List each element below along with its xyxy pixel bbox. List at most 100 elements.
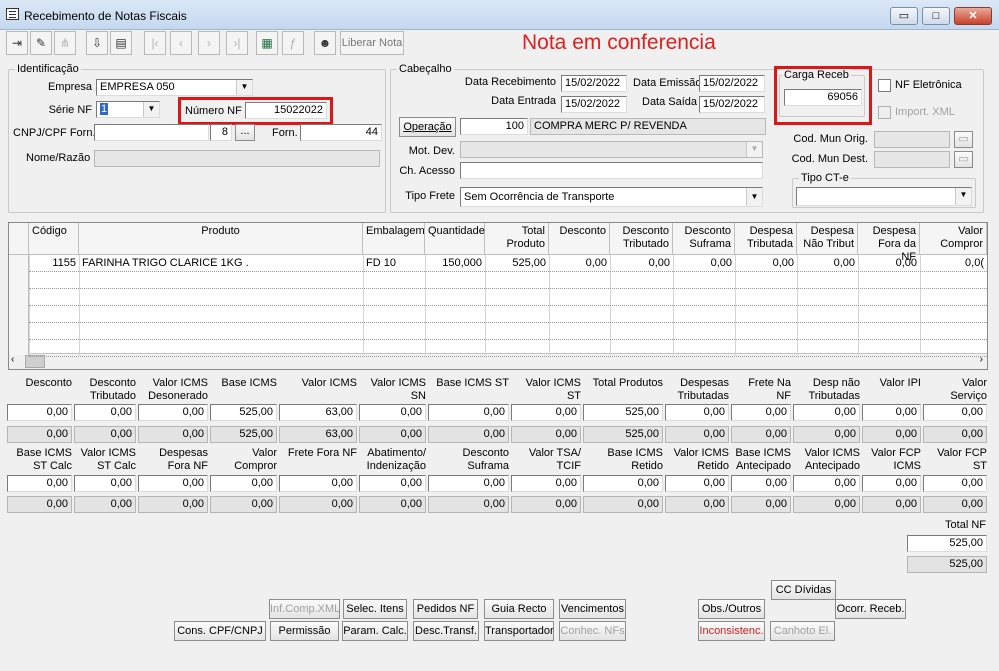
totals1-value[interactable]: 0,00 xyxy=(511,404,581,421)
import-icon[interactable]: ⇩ xyxy=(86,31,108,55)
grid-icon[interactable]: ▦ xyxy=(256,31,278,55)
inconsistencias-button[interactable]: Inconsistenc. xyxy=(698,621,765,641)
exit-icon[interactable]: ⇥ xyxy=(6,31,28,55)
first-icon[interactable]: |‹ xyxy=(144,31,166,55)
tipo-frete-select[interactable]: Sem Ocorrência de Transporte ▼ xyxy=(460,187,763,207)
inf-comp-xml-button[interactable]: Inf.Comp.XML xyxy=(269,599,340,619)
obs-outros-button[interactable]: Obs./Outros xyxy=(698,599,765,619)
grid-header-cell[interactable]: Desconto Suframa xyxy=(673,223,735,255)
tree-icon[interactable]: ⋔ xyxy=(54,31,76,55)
tipo-cte-select[interactable]: ▼ xyxy=(796,187,972,206)
canhoto-eletronico-button[interactable]: Canhoto El. xyxy=(770,621,835,641)
empresa-select[interactable]: EMPRESA 050 ▼ xyxy=(96,79,253,96)
selec-itens-button[interactable]: Selec. Itens xyxy=(343,599,407,619)
grid-header-cell[interactable]: Produto xyxy=(79,223,363,255)
cnpj-seq-input[interactable]: 8 xyxy=(210,124,232,141)
param-calc-button[interactable]: Param. Calc. xyxy=(342,621,408,641)
data-recebimento-input[interactable]: 15/02/2022 xyxy=(561,75,627,92)
totals1-value[interactable]: 0,00 xyxy=(923,404,987,421)
totals2-value[interactable]: 0,00 xyxy=(511,475,581,492)
grid-header-cell[interactable]: Código xyxy=(29,223,79,255)
conhec-nfs-button[interactable]: Conhec. NFs xyxy=(559,621,626,641)
pedidos-nf-button[interactable]: Pedidos NF xyxy=(413,599,478,619)
ch-acesso-input[interactable] xyxy=(460,162,763,179)
liberar-nota-button[interactable]: Liberar Nota xyxy=(340,31,404,55)
grid-cell[interactable]: 0,0( xyxy=(920,256,987,272)
grid-row-selector[interactable] xyxy=(9,255,29,355)
totals2-value[interactable]: 0,00 xyxy=(279,475,357,492)
grid-header-cell[interactable]: Total Produto xyxy=(485,223,549,255)
totals2-value[interactable]: 0,00 xyxy=(210,475,277,492)
totals1-value[interactable]: 63,00 xyxy=(279,404,357,421)
grid-header-cell[interactable]: Valor Compror xyxy=(920,223,987,255)
data-saida-input[interactable]: 15/02/2022 xyxy=(699,96,765,113)
cnpj-input[interactable] xyxy=(94,124,209,141)
grid-cell[interactable]: 0,00 xyxy=(735,256,797,272)
guia-recto-button[interactable]: Guia Recto xyxy=(484,599,554,619)
vencimentos-button[interactable]: Vencimentos xyxy=(559,599,626,619)
totals2-value[interactable]: 0,00 xyxy=(359,475,426,492)
totals2-value[interactable]: 0,00 xyxy=(923,475,987,492)
operacao-button[interactable]: Operação xyxy=(399,117,456,137)
ocorr-receb-button[interactable]: Ocorr. Receb. xyxy=(835,599,906,619)
scroll-left-icon[interactable]: ‹ xyxy=(11,354,14,365)
cod-mun-dest-input[interactable] xyxy=(874,151,950,168)
totals1-value[interactable]: 0,00 xyxy=(731,404,791,421)
totals1-value[interactable]: 0,00 xyxy=(74,404,136,421)
totals1-value[interactable]: 0,00 xyxy=(138,404,208,421)
totals2-value[interactable]: 0,00 xyxy=(862,475,921,492)
totals1-value[interactable]: 525,00 xyxy=(583,404,663,421)
chevron-down-icon[interactable]: ▼ xyxy=(746,188,762,206)
operacao-code-input[interactable]: 100 xyxy=(460,118,528,135)
totals2-value[interactable]: 0,00 xyxy=(138,475,208,492)
totals1-value[interactable]: 0,00 xyxy=(359,404,426,421)
last-icon[interactable]: ›| xyxy=(226,31,248,55)
desc-transf-button[interactable]: Desc.Transf. xyxy=(413,621,479,641)
grid-cell[interactable]: FD 10 xyxy=(363,256,425,272)
grid-header-cell[interactable]: Desconto Tributado xyxy=(610,223,673,255)
serie-select[interactable]: 1 ▼ xyxy=(96,101,160,118)
grid-header-cell[interactable]: Despesa Não Tribut xyxy=(797,223,858,255)
data-emissao-input[interactable]: 15/02/2022 xyxy=(699,75,765,92)
nome-razao-input[interactable] xyxy=(94,150,380,167)
cons-cpf-cnpj-button[interactable]: Cons. CPF/CNPJ xyxy=(174,621,266,641)
edit-icon[interactable]: ✎ xyxy=(30,31,52,55)
import-xml-checkbox[interactable] xyxy=(878,106,891,119)
forn-input[interactable]: 44 xyxy=(300,124,382,141)
grid-header-cell[interactable]: Despesa Tributada xyxy=(735,223,797,255)
grid-cell[interactable]: 0,00 xyxy=(673,256,735,272)
permissao-button[interactable]: Permissão xyxy=(270,621,339,641)
grid-cell[interactable]: 0,00 xyxy=(797,256,858,272)
totals2-value[interactable]: 0,00 xyxy=(731,475,791,492)
browse-button[interactable]: ... xyxy=(235,124,255,141)
grid-cell[interactable]: 0,00 xyxy=(549,256,610,272)
grid-cell[interactable]: 525,00 xyxy=(485,256,549,272)
totals1-value[interactable]: 0,00 xyxy=(862,404,921,421)
print-icon[interactable]: ▤ xyxy=(110,31,132,55)
totals2-value[interactable]: 0,00 xyxy=(7,475,72,492)
mot-dev-select[interactable]: ▼ xyxy=(460,141,763,158)
chevron-down-icon[interactable]: ▼ xyxy=(143,102,159,117)
totals2-value[interactable]: 0,00 xyxy=(665,475,729,492)
totals1-value[interactable]: 525,00 xyxy=(210,404,277,421)
cod-mun-dest-button[interactable]: ▭ xyxy=(954,151,973,168)
totals1-value[interactable]: 0,00 xyxy=(665,404,729,421)
grid-cell[interactable]: 150,000 xyxy=(425,256,485,272)
items-grid[interactable]: ‹ › Código Produto Embalagem Quantidade Tota… xyxy=(8,222,988,370)
cod-mun-orig-input[interactable] xyxy=(874,131,950,148)
totals2-value[interactable]: 0,00 xyxy=(583,475,663,492)
minimize-button[interactable]: ▭ xyxy=(890,7,918,25)
maximize-button[interactable]: □ xyxy=(922,7,950,25)
totals1-value[interactable]: 0,00 xyxy=(428,404,509,421)
nf-eletronica-checkbox[interactable] xyxy=(878,79,891,92)
data-entrada-input[interactable]: 15/02/2022 xyxy=(561,96,627,113)
totals2-value[interactable]: 0,00 xyxy=(428,475,509,492)
grid-cell[interactable]: 0,00 xyxy=(858,256,920,272)
chevron-down-icon[interactable]: ▼ xyxy=(746,142,762,157)
grid-header-cell[interactable]: Desconto xyxy=(549,223,610,255)
next-icon[interactable]: › xyxy=(198,31,220,55)
close-button[interactable]: ✕ xyxy=(954,7,992,25)
prev-icon[interactable]: ‹ xyxy=(170,31,192,55)
cc-dividas-button[interactable]: CC Dívidas xyxy=(771,580,836,600)
totals2-value[interactable]: 0,00 xyxy=(74,475,136,492)
